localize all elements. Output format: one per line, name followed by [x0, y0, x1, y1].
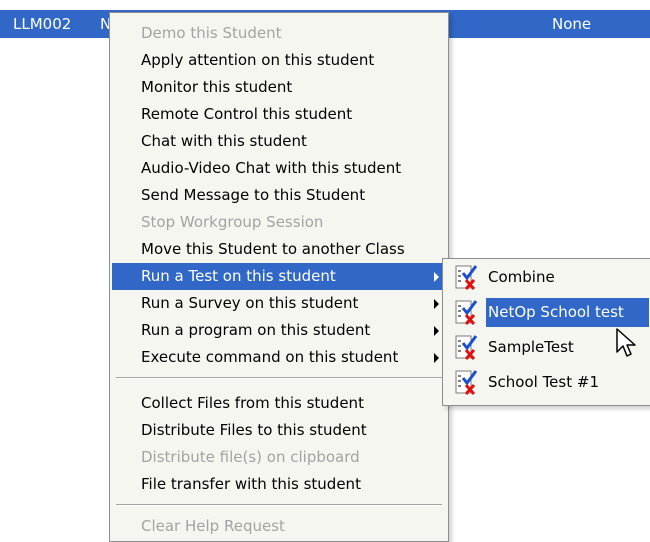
menu-item-collect-files[interactable]: Collect Files from this student — [112, 390, 446, 417]
menu-item-run-program[interactable]: Run a program on this student — [112, 317, 446, 344]
test-icon — [455, 265, 478, 290]
submenu-arrow-icon — [434, 299, 439, 309]
test-icon — [455, 335, 478, 360]
menu-item-apply-attention[interactable]: Apply attention on this student — [112, 47, 446, 74]
menu-separator — [116, 377, 442, 379]
menu-item-monitor[interactable]: Monitor this student — [112, 74, 446, 101]
menu-item-stop-workgroup[interactable]: Stop Workgroup Session — [112, 209, 446, 236]
menu-item-file-transfer[interactable]: File transfer with this student — [112, 471, 446, 498]
student-id-cell: LLM002 — [13, 15, 72, 33]
submenu-item-netop-school-test[interactable]: NetOp School test — [446, 296, 649, 329]
menu-item-move-student[interactable]: Move this Student to another Class — [112, 236, 446, 263]
menu-item-clear-help-request[interactable]: Clear Help Request — [112, 513, 446, 540]
menu-item-run-survey[interactable]: Run a Survey on this student — [112, 290, 446, 317]
test-icon — [455, 300, 478, 325]
menu-item-distribute-clipboard[interactable]: Distribute file(s) on clipboard — [112, 444, 446, 471]
menu-item-remote-control[interactable]: Remote Control this student — [112, 101, 446, 128]
menu-item-audio-video-chat[interactable]: Audio-Video Chat with this student — [112, 155, 446, 182]
student-context-menu: Demo this Student Apply attention on thi… — [109, 12, 449, 542]
menu-item-run-test[interactable]: Run a Test on this student — [112, 263, 446, 290]
student-status-cell: None — [552, 15, 592, 33]
menu-item-distribute-files[interactable]: Distribute Files to this student — [112, 417, 446, 444]
submenu-arrow-icon — [434, 353, 439, 363]
submenu-item-school-test-1[interactable]: School Test #1 — [446, 366, 649, 399]
menu-item-execute-command[interactable]: Execute command on this student — [112, 344, 446, 371]
menu-separator — [116, 504, 442, 506]
menu-item-send-message[interactable]: Send Message to this Student — [112, 182, 446, 209]
submenu-arrow-icon — [434, 272, 439, 282]
menu-item-chat[interactable]: Chat with this student — [112, 128, 446, 155]
submenu-arrow-icon — [434, 326, 439, 336]
mouse-cursor-icon — [616, 328, 636, 357]
submenu-item-combine[interactable]: Combine — [446, 261, 649, 294]
test-icon — [455, 370, 478, 395]
menu-item-demo-student[interactable]: Demo this Student — [112, 20, 446, 47]
